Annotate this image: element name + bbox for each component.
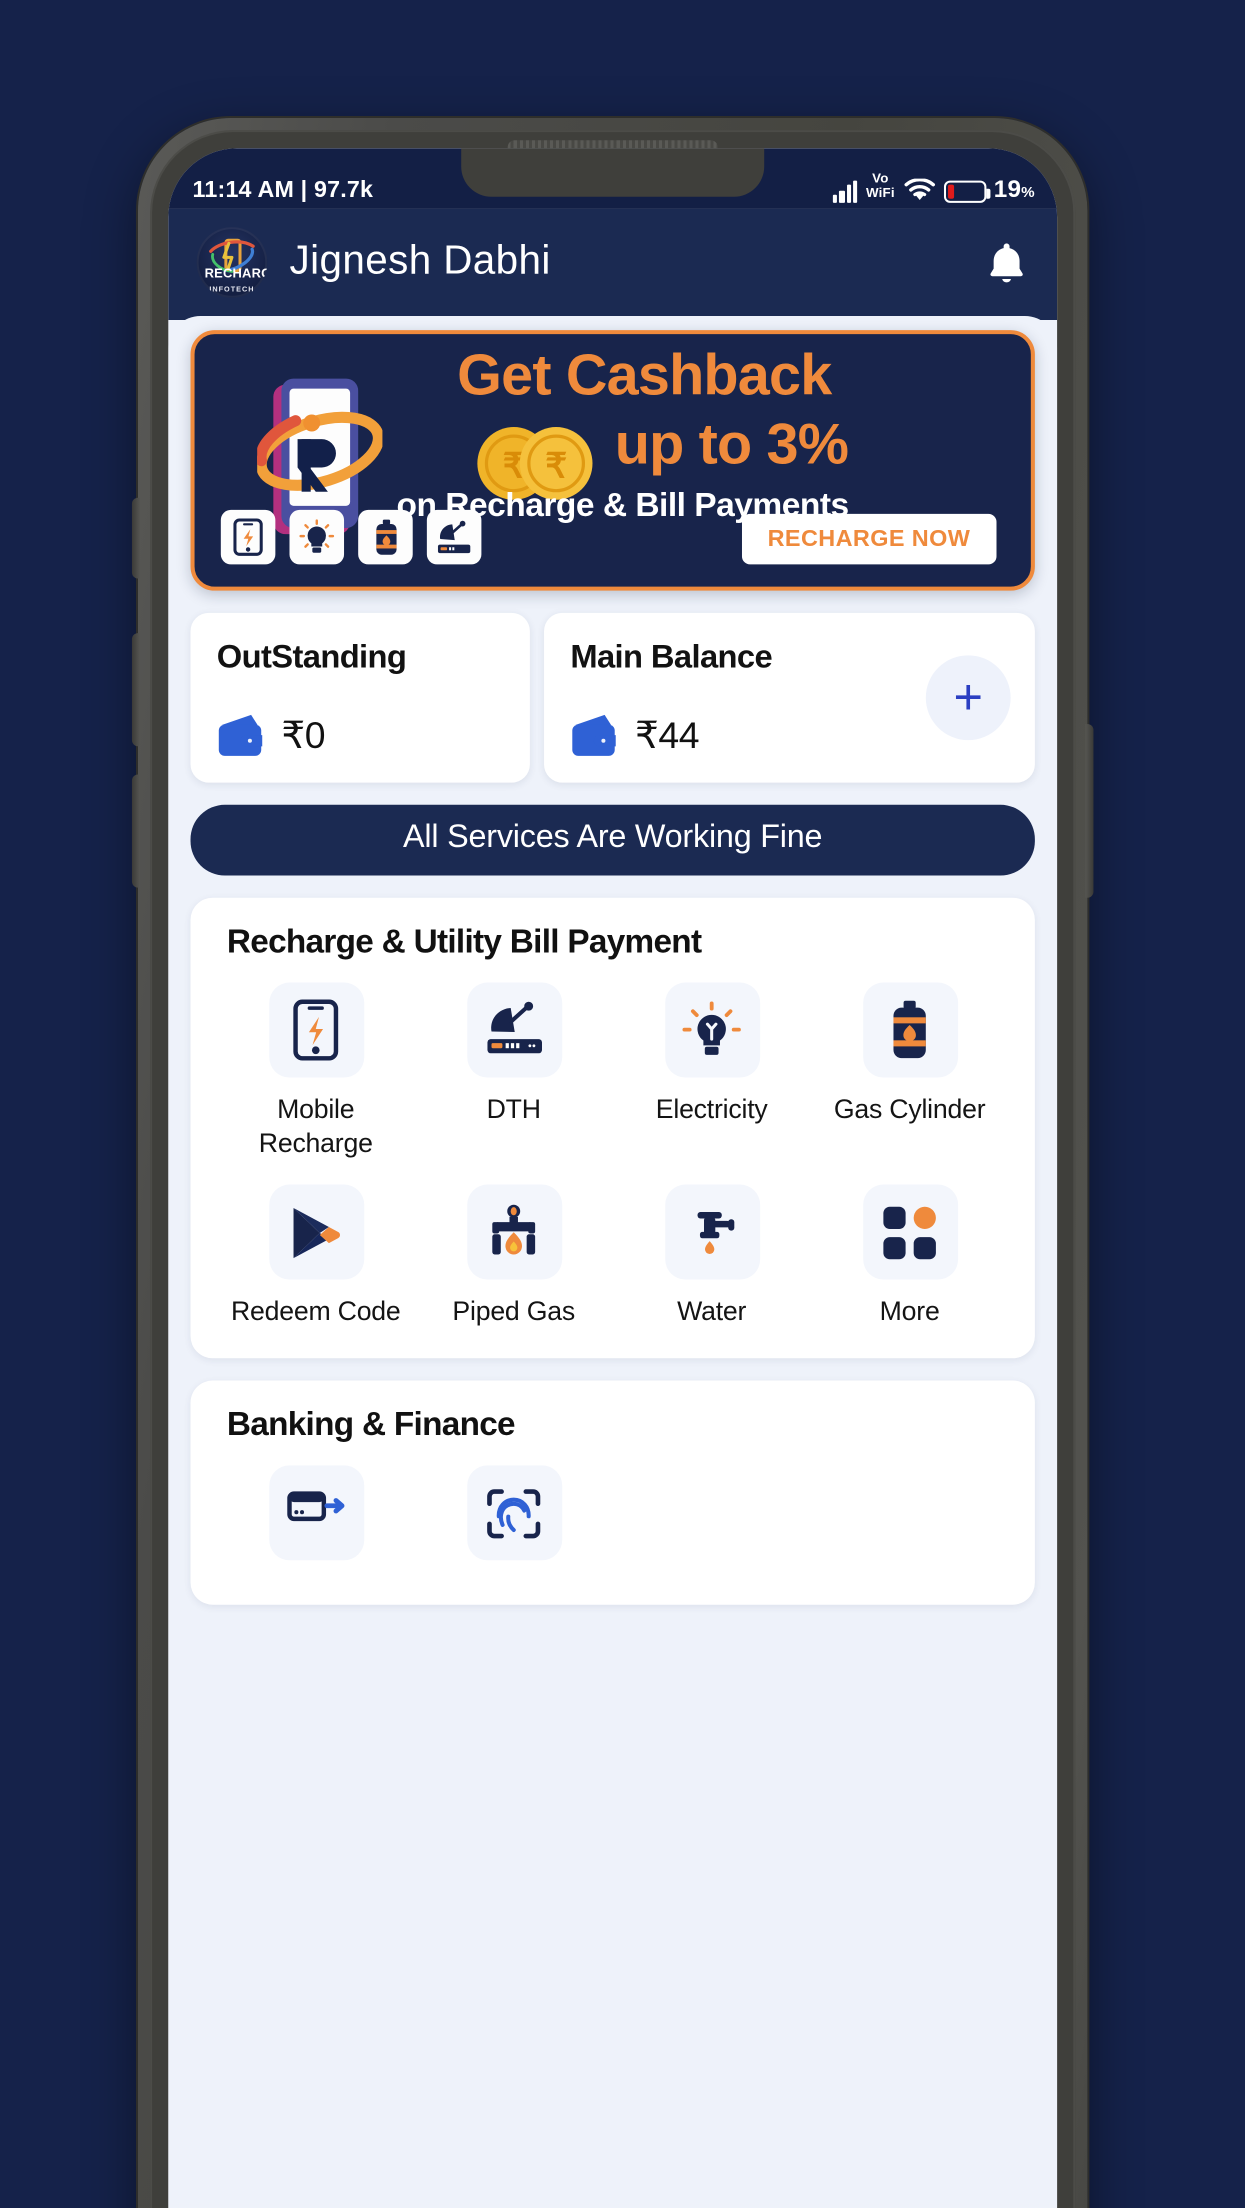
dth-dish-icon — [466, 982, 562, 1078]
banner-service-tiles — [220, 509, 482, 565]
service-label: Mobile Recharge — [258, 1093, 373, 1159]
user-name-label: Jignesh Dabhi — [289, 239, 551, 284]
gas-cylinder-icon — [862, 982, 958, 1078]
phone-device-frame: 11:14 AM | 97.7k Vo WiFi 19% RECHAR INFO… — [131, 118, 1094, 2208]
status-bar: 11:14 AM | 97.7k Vo WiFi 19% — [168, 148, 1058, 209]
banking-section-title: Banking & Finance — [226, 1406, 516, 1444]
banner-inner: Get Cashback ₹ ₹ up to 3% on Recharge & … — [201, 340, 1025, 580]
volume-down-button[interactable] — [131, 774, 141, 888]
service-status-banner: All Services Are Working Fine — [190, 804, 1035, 876]
wifi-icon — [903, 178, 935, 201]
outstanding-amount-row: ₹0 — [217, 712, 504, 758]
light-bulb-icon[interactable] — [289, 509, 345, 565]
service-item-water[interactable]: Water — [613, 1184, 811, 1328]
status-bar-right: Vo WiFi 19% — [832, 173, 1035, 203]
status-bar-left: 11:14 AM | 97.7k — [193, 179, 374, 203]
service-label: Water — [677, 1295, 747, 1326]
mobile-recharge-icon — [268, 982, 364, 1078]
gas-cylinder-icon[interactable] — [358, 509, 413, 565]
aeps-fingerprint-icon — [466, 1465, 562, 1561]
mute-switch-button[interactable] — [131, 497, 141, 579]
app-header: RECHARGE INFOTECH Jignesh Dabhi — [168, 208, 1058, 320]
cashback-promo-banner[interactable]: Get Cashback ₹ ₹ up to 3% on Recharge & … — [190, 330, 1035, 591]
recharge-infotech-logo-icon[interactable]: RECHARGE INFOTECH — [196, 227, 268, 298]
volume-up-button[interactable] — [131, 633, 141, 747]
banner-headline-2: up to 3% — [614, 412, 849, 478]
phone-screen: 11:14 AM | 97.7k Vo WiFi 19% RECHAR INFO… — [168, 148, 1058, 2208]
money-transfer-icon — [268, 1465, 364, 1561]
recharge-section-title: Recharge & Utility Bill Payment — [226, 923, 702, 961]
status-time-data-label: 11:14 AM | 97.7k — [192, 178, 374, 203]
recharge-now-button[interactable]: RECHARGE NOW — [741, 513, 997, 565]
main-balance-card[interactable]: Main Balance ₹44 + — [544, 612, 1035, 783]
service-item-aeps[interactable] — [415, 1465, 613, 1574]
svg-text:₹: ₹ — [545, 448, 567, 486]
light-bulb-icon — [664, 982, 760, 1078]
status-bar-notch — [461, 148, 765, 197]
bell-icon[interactable] — [984, 238, 1028, 286]
wallet-icon — [218, 714, 263, 756]
outstanding-balance-card[interactable]: OutStanding ₹0 — [190, 612, 530, 783]
service-label: Piped Gas — [452, 1295, 576, 1326]
recharge-utility-section: Recharge & Utility Bill Payment Mobile R… — [190, 897, 1035, 1359]
service-label: DTH — [486, 1093, 541, 1124]
add-money-button[interactable]: + — [925, 655, 1011, 741]
wallet-icon — [572, 714, 616, 756]
service-item-dth[interactable]: DTH — [415, 982, 613, 1161]
banking-services-grid — [217, 1465, 1009, 1574]
recharge-services-grid-row1: Mobile Recharge DTH Electricity Gas Cyli… — [217, 982, 1009, 1161]
service-item-money-transfer[interactable] — [217, 1465, 415, 1574]
service-item-piped-gas[interactable]: Piped Gas — [415, 1184, 613, 1328]
service-item-more[interactable]: More — [811, 1184, 1009, 1328]
logo-primary-text: RECHARGE — [204, 267, 268, 282]
screenshot-stage: 11:14 AM | 97.7k Vo WiFi 19% RECHAR INFO… — [0, 0, 1245, 2208]
redeem-code-icon — [268, 1184, 364, 1280]
outstanding-amount: ₹0 — [281, 712, 326, 756]
service-item-electricity[interactable]: Electricity — [613, 982, 811, 1161]
banner-headline-1: Get Cashback — [457, 344, 832, 409]
battery-icon — [943, 180, 991, 203]
banking-finance-section: Banking & Finance — [190, 1380, 1035, 1605]
signal-bars-icon — [832, 180, 858, 203]
mobile-recharge-icon[interactable] — [220, 509, 276, 565]
main-balance-amount: ₹44 — [634, 712, 700, 756]
dth-dish-icon[interactable] — [426, 509, 482, 565]
balance-cards-row: OutStanding ₹0 Main Balance ₹44 + — [190, 612, 1035, 783]
home-scroll-content[interactable]: Get Cashback ₹ ₹ up to 3% on Recharge & … — [168, 315, 1058, 2208]
water-tap-icon — [664, 1184, 760, 1280]
service-item-redeem-code[interactable]: Redeem Code — [217, 1184, 415, 1328]
recharge-services-grid-row2: Redeem Code Piped Gas Water More — [217, 1184, 1009, 1328]
service-item-gas-cylinder[interactable]: Gas Cylinder — [811, 982, 1009, 1161]
power-button[interactable] — [1085, 724, 1094, 898]
outstanding-title: OutStanding — [216, 639, 407, 676]
service-label: Redeem Code — [230, 1295, 401, 1326]
service-item-mobile-recharge[interactable]: Mobile Recharge — [217, 982, 415, 1161]
battery-percent-label: 19% — [993, 174, 1035, 203]
service-label: Electricity — [655, 1093, 768, 1124]
piped-gas-icon — [466, 1184, 562, 1280]
service-label: Gas Cylinder — [833, 1093, 986, 1124]
service-label: More — [879, 1295, 940, 1326]
more-grid-icon — [862, 1184, 958, 1280]
vowifi-label: Vo WiFi — [865, 173, 895, 202]
logo-secondary-text: INFOTECH — [209, 285, 255, 294]
